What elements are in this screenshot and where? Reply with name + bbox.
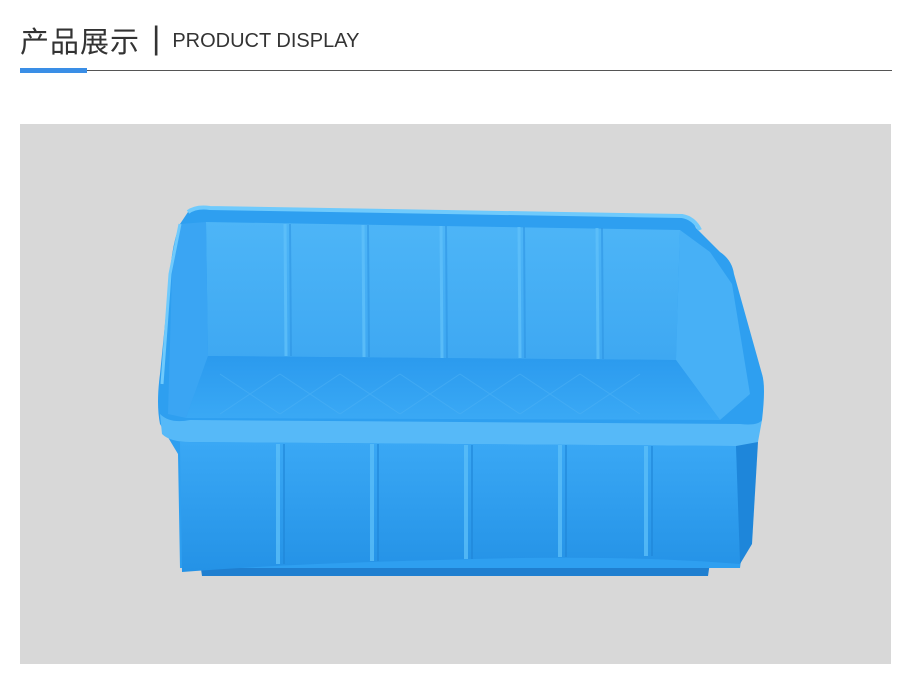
product-photo: [20, 124, 891, 664]
header-divider-line: [20, 70, 892, 71]
section-title-chinese: 产品展示: [20, 25, 141, 59]
blue-crate-image: [158, 205, 764, 576]
title-separator: |: [152, 19, 161, 56]
header-accent-bar: [20, 68, 87, 73]
section-title-english: PRODUCT DISPLAY: [172, 29, 360, 52]
section-header: 产品展示 | PRODUCT DISPLAY: [20, 20, 359, 60]
